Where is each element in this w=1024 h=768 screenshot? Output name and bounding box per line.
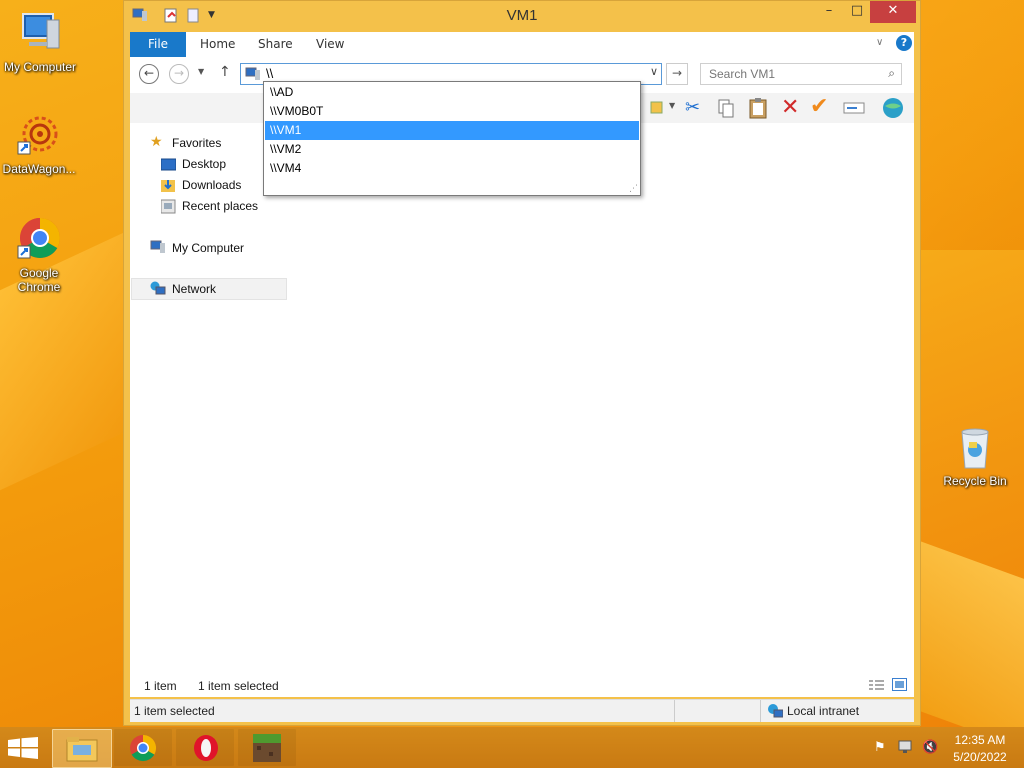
desktop-icon-label: Google Chrome — [17, 266, 61, 294]
nav-my-computer[interactable]: My Computer — [172, 238, 244, 258]
taskbar-chrome[interactable] — [114, 729, 172, 766]
paste-icon[interactable] — [748, 97, 768, 119]
status-divider — [760, 700, 761, 722]
tab-view[interactable]: View — [302, 32, 358, 57]
downloads-icon — [161, 178, 176, 193]
status-divider — [674, 700, 675, 722]
recent-locations-dropdown-icon[interactable]: ▼ — [198, 67, 204, 76]
autocomplete-item[interactable]: \\VM0B0T — [265, 102, 639, 121]
tab-share[interactable]: Share — [244, 32, 307, 57]
title-bar[interactable]: ▼ VM1 – □ ✕ — [124, 1, 920, 31]
computer-icon — [17, 10, 63, 56]
desktop-icon-google-chrome[interactable]: Google Chrome — [0, 216, 79, 294]
cut-icon[interactable]: ✂ — [685, 97, 700, 118]
recycle-bin-icon — [952, 424, 998, 470]
desktop-icon-label: Recycle Bin — [943, 474, 1007, 488]
checkmark-icon[interactable]: ✔ — [810, 94, 828, 119]
expand-ribbon-icon[interactable]: ∨ — [876, 37, 883, 48]
desktop-icon-recycle-bin[interactable]: Recycle Bin — [935, 424, 1015, 488]
delete-icon[interactable]: ✕ — [781, 95, 799, 120]
back-button[interactable]: ← — [139, 64, 159, 84]
address-dropdown-icon[interactable]: ∨ — [650, 65, 658, 78]
go-button[interactable]: → — [666, 63, 688, 85]
status-selected: 1 item selected — [134, 704, 215, 718]
close-button[interactable]: ✕ — [870, 1, 916, 23]
opera-icon — [192, 734, 220, 762]
chrome-icon — [128, 733, 158, 763]
tab-file[interactable]: File — [130, 32, 186, 57]
taskbar-minecraft[interactable] — [238, 729, 296, 766]
details-view-icon[interactable] — [869, 679, 884, 691]
desktop-icon-label: DataWagon... — [2, 162, 76, 176]
resize-grip-icon[interactable]: ⋰ — [629, 184, 638, 194]
nav-recent-places[interactable]: Recent places — [182, 196, 258, 216]
address-autocomplete-list: \\AD \\VM0B0T \\VM1 \\VM2 \\VM4 ⋰ — [263, 81, 641, 196]
desktop-icon-datawagon[interactable]: DataWagon... — [0, 112, 79, 176]
desktop-icon-label: My Computer — [3, 60, 77, 74]
selected-count: 1 item selected — [198, 679, 279, 693]
nav-desktop[interactable]: Desktop — [182, 154, 226, 174]
toolbar-dropdown-icon[interactable]: ▼ — [669, 101, 675, 110]
computer-icon — [245, 67, 261, 81]
status-bar: 1 item selected Local intranet — [130, 699, 914, 722]
star-icon: ★ — [150, 134, 163, 150]
globe-icon[interactable] — [882, 97, 904, 119]
folder-icon — [66, 736, 98, 762]
volume-muted-icon[interactable]: 🔇 — [922, 740, 938, 755]
network-tray-icon[interactable] — [898, 739, 914, 755]
grass-block-icon — [253, 734, 281, 762]
rename-icon[interactable] — [843, 101, 865, 115]
item-count: 1 item — [144, 679, 177, 693]
desktop-icon-my-computer[interactable]: My Computer — [0, 10, 80, 74]
clock-time[interactable]: 12:35 AM — [950, 733, 1010, 747]
taskbar: ⚑ 🔇 12:35 AM 5/20/2022 — [0, 727, 1024, 768]
up-button[interactable]: ↑ — [219, 64, 231, 80]
network-icon — [150, 281, 166, 296]
desktop-icon — [161, 158, 176, 171]
search-input[interactable]: Search VM1 — [709, 67, 775, 81]
address-input[interactable]: \\ — [266, 66, 273, 81]
window-title: VM1 — [506, 7, 538, 24]
autocomplete-item[interactable]: \\VM4 — [265, 159, 639, 178]
ribbon-tabs: File Home Share View ∨ ? — [130, 32, 914, 58]
content-area: ★ Favorites Desktop Downloads Recent pla… — [130, 123, 914, 673]
forward-button[interactable]: → — [169, 64, 189, 84]
search-box[interactable]: Search VM1 ⌕ — [700, 63, 902, 85]
autocomplete-item[interactable]: \\AD — [265, 83, 639, 102]
large-icons-view-icon[interactable] — [892, 678, 907, 691]
action-center-flag-icon[interactable]: ⚑ — [874, 740, 886, 755]
properties-checkbox-icon[interactable] — [650, 99, 664, 115]
tab-home[interactable]: Home — [186, 32, 249, 57]
datawagon-icon — [16, 112, 62, 158]
search-icon: ⌕ — [888, 66, 895, 80]
autocomplete-item[interactable]: \\VM2 — [265, 140, 639, 159]
chrome-icon — [16, 216, 62, 262]
recent-places-icon — [161, 199, 176, 214]
windows-start-icon[interactable] — [8, 737, 38, 759]
nav-network[interactable]: Network — [172, 279, 216, 299]
maximize-button[interactable]: □ — [840, 1, 874, 23]
nav-favorites[interactable]: Favorites — [172, 133, 221, 153]
copy-icon[interactable] — [717, 98, 735, 118]
nav-downloads[interactable]: Downloads — [182, 175, 241, 195]
details-status: 1 item 1 item selected — [130, 673, 914, 697]
clock-date[interactable]: 5/20/2022 — [950, 750, 1010, 764]
navigation-pane: ★ Favorites Desktop Downloads Recent pla… — [130, 123, 288, 673]
computer-icon — [150, 240, 166, 254]
zone-label: Local intranet — [787, 704, 860, 718]
intranet-icon — [767, 703, 783, 718]
taskbar-file-explorer[interactable] — [52, 729, 112, 768]
taskbar-opera[interactable] — [176, 729, 234, 766]
autocomplete-item-selected[interactable]: \\VM1 — [265, 121, 639, 140]
help-icon[interactable]: ? — [896, 35, 912, 51]
